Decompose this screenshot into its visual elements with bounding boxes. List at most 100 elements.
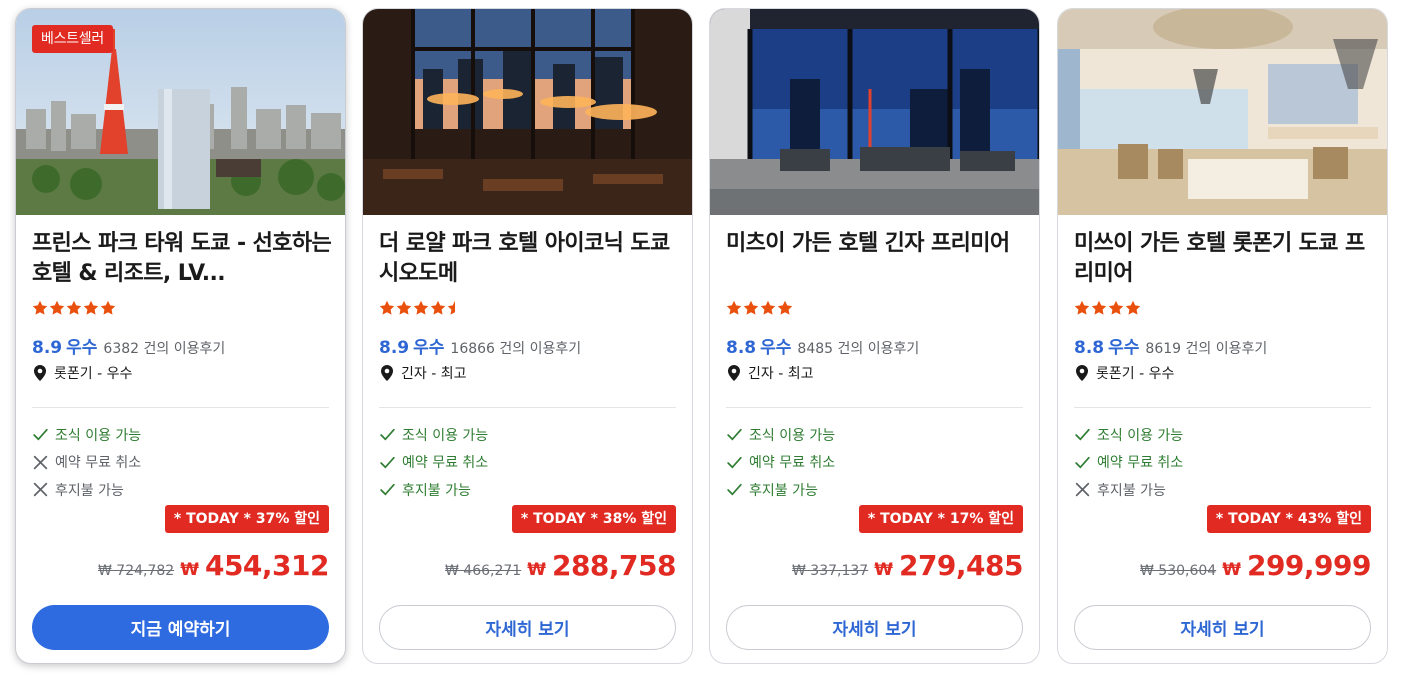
feature-list: 조식 이용 가능 예약 무료 취소 후지불 가능: [379, 421, 488, 504]
check-icon: [380, 429, 395, 441]
rating-row: 8.8 우수 8485 건의 이용후기: [726, 333, 919, 358]
rating-row: 8.9 우수 16866 건의 이용후기: [379, 333, 581, 358]
review-count[interactable]: 8619 건의 이용후기: [1145, 338, 1267, 358]
star-icon: [49, 300, 65, 315]
price-row: ₩ 530,604 ₩ 299,999: [1140, 549, 1371, 582]
sale-price: 279,485: [898, 549, 1024, 582]
price-row: ₩ 337,137 ₩ 279,485: [792, 549, 1023, 582]
check-icon: [727, 456, 742, 469]
view-details-button[interactable]: 자세히 보기: [726, 605, 1023, 650]
feature-label: 조식 이용 가능: [55, 427, 142, 444]
star-icon: [430, 300, 446, 315]
view-details-button[interactable]: 자세히 보기: [1074, 605, 1371, 650]
feature-item: 예약 무료 취소: [379, 449, 488, 477]
star-icon: [1091, 300, 1107, 315]
price-row: ₩ 724,782 ₩ 454,312: [98, 549, 329, 582]
book-now-button[interactable]: 지금 예약하기: [32, 605, 329, 650]
hotel-name[interactable]: 프린스 파크 타워 도쿄 - 선호하는 호텔 & 리조트, LV...: [32, 229, 332, 293]
star-icon: [413, 300, 429, 315]
currency-symbol: ₩: [527, 560, 546, 580]
deal-badge: * TODAY * 43% 할인: [1206, 505, 1371, 533]
star-icon: [100, 300, 116, 315]
review-count[interactable]: 16866 건의 이용후기: [450, 338, 581, 358]
feature-label: 후지불 가능: [1097, 482, 1166, 499]
feature-item: 조식 이용 가능: [1074, 421, 1183, 449]
check-icon: [380, 456, 395, 469]
feature-item: 후지불 가능: [726, 476, 835, 504]
feature-item: 후지불 가능: [32, 476, 141, 504]
currency-symbol: ₩: [874, 560, 893, 580]
check-icon: [380, 484, 395, 496]
x-icon: [33, 455, 48, 469]
hotel-name[interactable]: 미츠이 가든 호텔 긴자 프리미어: [726, 229, 1026, 293]
rating-label: 우수: [66, 338, 98, 358]
hotel-card[interactable]: 미쓰이 가든 호텔 롯폰기 도쿄 프리미어 8.8 우수 8619 건의 이용후…: [1057, 8, 1388, 664]
feature-label: 조식 이용 가능: [1097, 427, 1184, 444]
feature-label: 예약 무료 취소: [749, 455, 836, 472]
rating-score: 8.8: [726, 338, 757, 358]
feature-list: 조식 이용 가능예약 무료 취소후지불 가능: [1074, 421, 1183, 504]
original-price: ₩ 530,604: [1140, 563, 1217, 579]
map-pin-icon: [728, 365, 740, 381]
rating-score: 8.9: [32, 338, 63, 358]
star-icon: [1074, 300, 1090, 315]
rating-label: 우수: [1108, 338, 1140, 358]
hotel-card[interactable]: 더 로얄 파크 호텔 아이코닉 도쿄 시오도메 8.9 우수 16866 건의 …: [362, 8, 693, 664]
feature-label: 예약 무료 취소: [1097, 455, 1184, 472]
star-icon: [726, 300, 742, 315]
view-details-button[interactable]: 자세히 보기: [379, 605, 676, 650]
location-row: 긴자 - 최고: [379, 363, 466, 383]
sale-price: 454,312: [204, 549, 330, 582]
divider: [1074, 407, 1371, 408]
rating-score: 8.9: [379, 338, 410, 358]
feature-label: 조식 이용 가능: [749, 427, 836, 444]
star-rating: [379, 300, 463, 318]
feature-label: 후지불 가능: [749, 482, 818, 499]
hotel-card[interactable]: 베스트셀러 프린스 파크 타워 도쿄 - 선호하는 호텔 & 리조트, LV..…: [15, 8, 346, 664]
feature-item: 조식 이용 가능: [726, 421, 835, 449]
feature-list: 조식 이용 가능 예약 무료 취소 후지불 가능: [32, 421, 141, 504]
map-pin-icon: [381, 365, 393, 381]
original-price: ₩ 337,137: [792, 563, 869, 579]
feature-item: 조식 이용 가능: [379, 421, 488, 449]
divider: [32, 407, 329, 408]
star-icon: [1108, 300, 1124, 315]
star-icon: [760, 300, 776, 315]
deal-badge: * TODAY * 38% 할인: [511, 505, 676, 533]
feature-item: 조식 이용 가능: [32, 421, 141, 449]
x-icon: [33, 483, 48, 497]
star-rating: [32, 300, 116, 318]
star-icon: [396, 300, 412, 315]
review-count[interactable]: 6382 건의 이용후기: [103, 338, 225, 358]
divider: [379, 407, 676, 408]
half-star-icon: [447, 300, 455, 315]
location-row: 롯폰기 - 우수: [32, 363, 132, 383]
hotel-photo[interactable]: [363, 9, 692, 215]
review-count[interactable]: 8485 건의 이용후기: [797, 338, 919, 358]
feature-label: 예약 무료 취소: [402, 455, 489, 472]
check-icon: [1075, 429, 1090, 441]
map-pin-icon: [34, 365, 46, 381]
star-icon: [66, 300, 82, 315]
location-row: 롯폰기 - 우수: [1074, 363, 1174, 383]
sale-price: 299,999: [1246, 549, 1372, 582]
hotel-photo[interactable]: [710, 9, 1039, 215]
rating-label: 우수: [413, 338, 445, 358]
hotel-photo[interactable]: [1058, 9, 1387, 215]
feature-label: 후지불 가능: [55, 482, 124, 499]
currency-symbol: ₩: [180, 560, 199, 580]
star-icon: [743, 300, 759, 315]
rating-row: 8.9 우수 6382 건의 이용후기: [32, 333, 225, 358]
location-text: 롯폰기 - 우수: [1096, 366, 1175, 382]
hotel-name[interactable]: 미쓰이 가든 호텔 롯폰기 도쿄 프리미어: [1074, 229, 1374, 293]
original-price: ₩ 724,782: [98, 563, 175, 579]
hotel-name[interactable]: 더 로얄 파크 호텔 아이코닉 도쿄 시오도메: [379, 229, 679, 293]
location-text: 긴자 - 최고: [748, 366, 814, 382]
rating-label: 우수: [760, 338, 792, 358]
hotel-card[interactable]: 미츠이 가든 호텔 긴자 프리미어 8.8 우수 8485 건의 이용후기 긴자…: [709, 8, 1040, 664]
feature-item: 예약 무료 취소: [726, 449, 835, 477]
star-icon: [1125, 300, 1141, 315]
feature-item: 예약 무료 취소: [1074, 449, 1183, 477]
bestseller-badge: 베스트셀러: [32, 25, 113, 53]
star-icon: [777, 300, 793, 315]
